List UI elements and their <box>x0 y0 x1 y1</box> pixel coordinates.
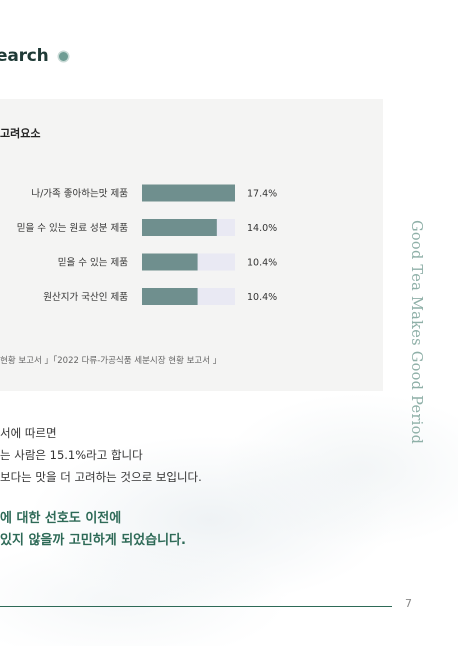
bar <box>142 253 198 271</box>
emphasis-text: 에 대한 선호도 이전에 있지 않을까 고민하게 되었습니다. <box>0 508 186 552</box>
section-heading: earch <box>0 46 68 66</box>
body-text: 서에 따르면 는 사람은 15.1%라고 합니다 보다는 맛을 더 고려하는 것… <box>0 422 202 488</box>
bar-chart: 나/가족 좋아하는맛 제품 17.4% 믿을 수 있는 원료 성분 제품 14.0% 믿… <box>17 184 277 305</box>
bar <box>142 184 235 202</box>
bar <box>142 288 198 305</box>
page-number: 7 <box>405 597 412 610</box>
emphasis-line: 에 대한 선호도 이전에 <box>0 511 122 526</box>
bar-value-label: 10.4% <box>247 292 277 303</box>
body-line: 는 사람은 15.1%라고 합니다 <box>0 448 143 462</box>
chart-source: 현황 보고서 」「2022 다류-가공식품 세분시장 현황 보고서 」 <box>0 356 222 366</box>
footer-divider <box>0 606 392 607</box>
bar-category-label: 원산지가 국산인 제품 <box>43 292 128 303</box>
emphasis-line: 있지 않을까 고민하게 되었습니다. <box>0 533 186 548</box>
heading-dot-icon <box>58 51 68 61</box>
body-line: 보다는 맛을 더 고려하는 것으로 보입니다. <box>0 470 202 484</box>
bar-value-label: 14.0% <box>247 223 277 234</box>
section-title: earch <box>0 46 49 66</box>
bar-category-label: 믿을 수 있는 제품 <box>58 257 128 269</box>
bar <box>142 219 217 236</box>
bar-category-label: 나/가족 좋아하는맛 제품 <box>31 188 128 200</box>
vertical-tagline: Good Tea Makes Good Period <box>408 220 424 445</box>
chart-card: 고려요소 나/가족 좋아하는맛 제품 17.4% 믿을 수 있는 원료 성분 제품 1… <box>0 99 383 391</box>
bar-value-label: 17.4% <box>247 189 277 200</box>
bar-category-label: 믿을 수 있는 원료 성분 제품 <box>17 222 128 234</box>
bar-value-label: 10.4% <box>247 258 277 269</box>
body-line: 서에 따르면 <box>0 426 57 440</box>
